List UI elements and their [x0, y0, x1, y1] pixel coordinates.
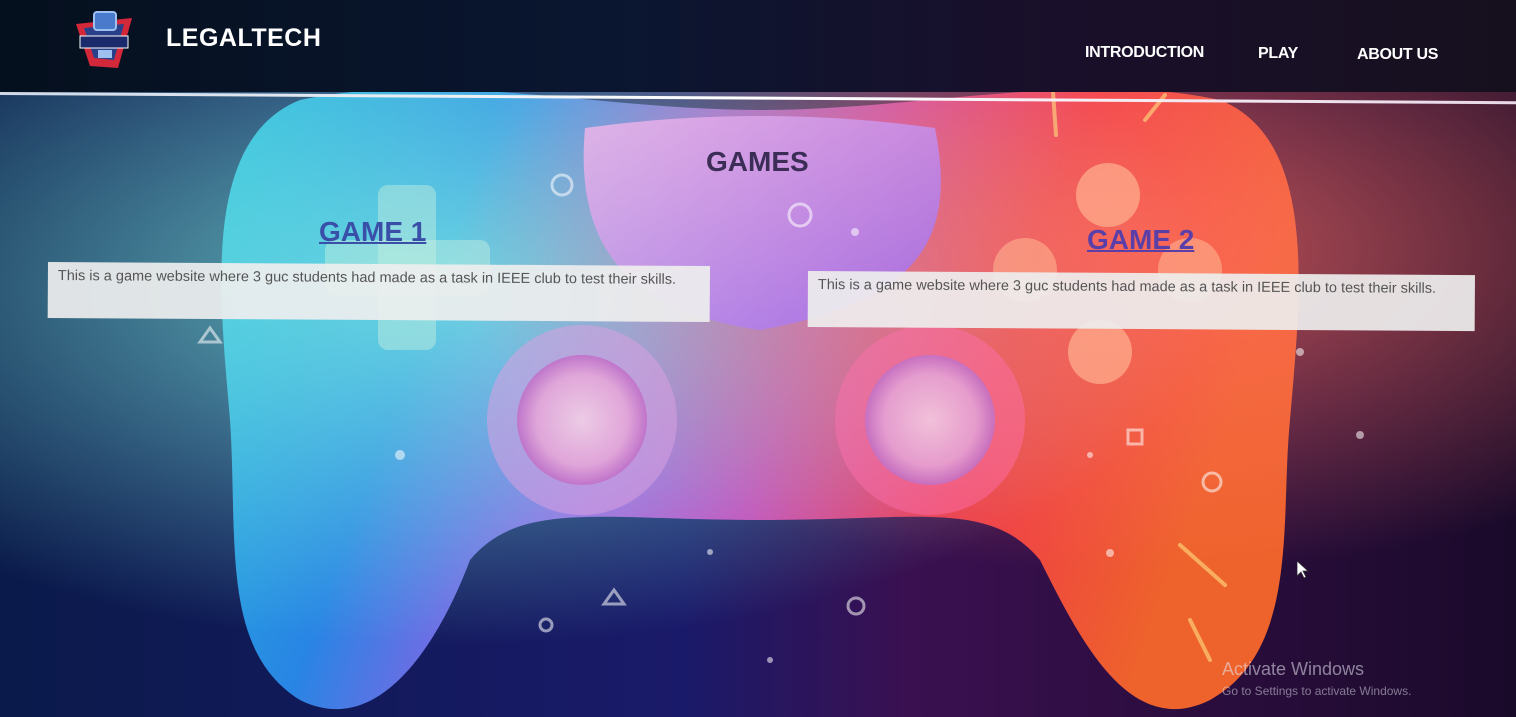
- game-1-description: This is a game website where 3 guc stude…: [47, 262, 710, 323]
- nav-link-about-us[interactable]: ABOUT US: [1357, 46, 1438, 64]
- brand-name[interactable]: LEGALTECH: [166, 24, 321, 53]
- gamepad-background-image: [0, 0, 1516, 717]
- game-2-link[interactable]: GAME 2: [1087, 224, 1194, 256]
- game-1-link[interactable]: GAME 1: [319, 216, 426, 248]
- game-2-description: This is a game website where 3 guc stude…: [807, 271, 1475, 332]
- activate-windows-watermark-title: Activate Windows: [1222, 659, 1365, 679]
- nav-link-introduction[interactable]: INTRODUCTION: [1085, 44, 1204, 62]
- arcade-machine-logo-icon[interactable]: [70, 8, 138, 74]
- activate-windows-watermark-subtitle: Go to Settings to activate Windows.: [1222, 684, 1412, 698]
- nav-link-play[interactable]: PLAY: [1258, 45, 1298, 63]
- games-heading: GAMES: [706, 146, 809, 177]
- mouse-cursor-icon: [1297, 561, 1309, 579]
